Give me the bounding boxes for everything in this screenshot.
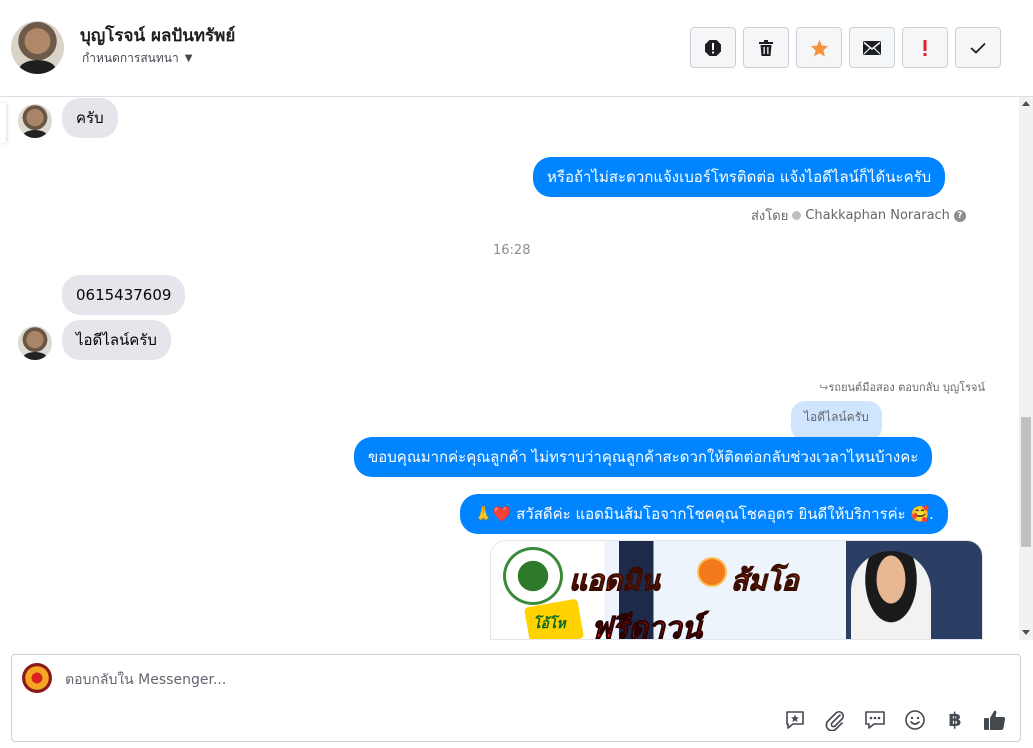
report-spam-icon bbox=[705, 39, 721, 56]
timestamp-divider: 16:28 bbox=[493, 243, 531, 258]
reply-context-label: ↪รถยนต์มือสอง ตอบกลับ บุญโรจน์ bbox=[819, 378, 985, 396]
mark-unread-button[interactable] bbox=[849, 27, 895, 68]
message-thread[interactable]: ครับ หรือถ้าไม่สะดวกแจ้งเบอร์โทรติดต่อ แ… bbox=[0, 97, 1019, 640]
caret-down-icon: ▼ bbox=[184, 53, 193, 64]
reply-arrow-icon: ↪ bbox=[819, 381, 829, 394]
promo-title-admin: แอดมิน bbox=[569, 564, 661, 598]
contact-avatar[interactable] bbox=[11, 21, 64, 74]
emoji-icon bbox=[905, 710, 925, 730]
quick-reply-icon bbox=[865, 711, 885, 729]
incoming-message[interactable]: ไอดีไลน์ครับ bbox=[62, 320, 171, 360]
delete-button[interactable] bbox=[743, 27, 789, 68]
sender-avatar[interactable] bbox=[18, 326, 52, 360]
thread-scrollbar[interactable] bbox=[1019, 97, 1033, 640]
sender-avatar[interactable] bbox=[18, 104, 52, 138]
outgoing-message[interactable]: 🙏❤️ สวัสดีค่ะ แอดมินส้มโอจากโชคคุณโชคอุด… bbox=[460, 494, 948, 534]
assign-conversation-label: กำหนดการสนทนา bbox=[82, 51, 179, 65]
mail-icon bbox=[863, 40, 881, 55]
sent-by-prefix: ส่งโดย bbox=[751, 209, 789, 224]
outgoing-message[interactable]: ขอบคุณมากค่ะคุณลูกค้า ไม่ทราบว่าคุณลูกค้… bbox=[354, 437, 933, 477]
conversation-header: บุญโรจน์ ผลปันทรัพย์ กำหนดการสนทนา ▼ bbox=[0, 0, 1033, 97]
promo-title-name: ส้มโอ bbox=[730, 564, 799, 598]
saved-reply-icon bbox=[786, 711, 804, 729]
scroll-up-arrow-icon[interactable] bbox=[1022, 101, 1030, 106]
quoted-message[interactable]: ไอดีไลน์ครับ bbox=[791, 401, 882, 441]
assign-conversation-dropdown[interactable]: กำหนดการสนทนา ▼ bbox=[82, 49, 192, 68]
incoming-message[interactable]: ครับ bbox=[62, 98, 118, 138]
star-button[interactable] bbox=[796, 27, 842, 68]
like-button[interactable] bbox=[982, 707, 1008, 733]
conversation-toolbar bbox=[690, 27, 1001, 68]
orange-fruit-icon bbox=[697, 557, 727, 587]
promo-title-free-down: ฟรีดาวน์ bbox=[590, 611, 703, 640]
incoming-message[interactable]: 0615437609 bbox=[62, 275, 186, 315]
attachment-button[interactable] bbox=[822, 707, 848, 733]
sent-by-line: ส่งโดย Chakkaphan Norarach ? bbox=[751, 205, 966, 226]
like-icon bbox=[984, 710, 1006, 730]
star-icon bbox=[810, 39, 828, 57]
sent-by-name[interactable]: Chakkaphan Norarach bbox=[805, 208, 950, 223]
emoji-button[interactable] bbox=[902, 707, 928, 733]
trash-icon bbox=[759, 39, 773, 56]
promo-person-photo bbox=[851, 551, 931, 639]
composer-actions: ฿ bbox=[782, 707, 1008, 733]
outgoing-message[interactable]: หรือถ้าไม่สะดวกแจ้งเบอร์โทรติดต่อ แจ้งไอ… bbox=[533, 157, 946, 197]
reply-composer: ฿ bbox=[11, 654, 1021, 742]
mark-important-button[interactable] bbox=[902, 27, 948, 68]
page-avatar bbox=[22, 663, 52, 693]
reply-context-text: รถยนต์มือสอง ตอบกลับ บุญโรจน์ bbox=[828, 381, 985, 394]
promo-badge-text: โอ้โห bbox=[533, 616, 566, 632]
important-icon bbox=[923, 39, 927, 56]
report-spam-button[interactable] bbox=[690, 27, 736, 68]
scroll-down-arrow-icon[interactable] bbox=[1022, 630, 1030, 635]
reply-input[interactable] bbox=[65, 670, 965, 690]
sent-check-icon bbox=[792, 211, 802, 220]
scroll-thumb[interactable] bbox=[1021, 417, 1031, 547]
side-panel-edge bbox=[0, 103, 6, 143]
quick-reply-button[interactable] bbox=[862, 707, 888, 733]
help-icon[interactable]: ? bbox=[953, 209, 966, 222]
attachment-icon bbox=[825, 710, 845, 731]
saved-reply-button[interactable] bbox=[782, 707, 808, 733]
contact-name[interactable]: บุญโรจน์ ผลปันทรัพย์ bbox=[80, 22, 235, 49]
promo-image-attachment[interactable]: แอดมิน ส้มโอ โอ้โห ฟรีดาวน์ bbox=[490, 540, 983, 640]
baht-payment-icon: ฿ bbox=[948, 709, 962, 731]
done-check-icon bbox=[970, 42, 986, 54]
dealer-logo bbox=[503, 547, 563, 605]
mark-done-button[interactable] bbox=[955, 27, 1001, 68]
payment-button[interactable]: ฿ bbox=[942, 707, 968, 733]
